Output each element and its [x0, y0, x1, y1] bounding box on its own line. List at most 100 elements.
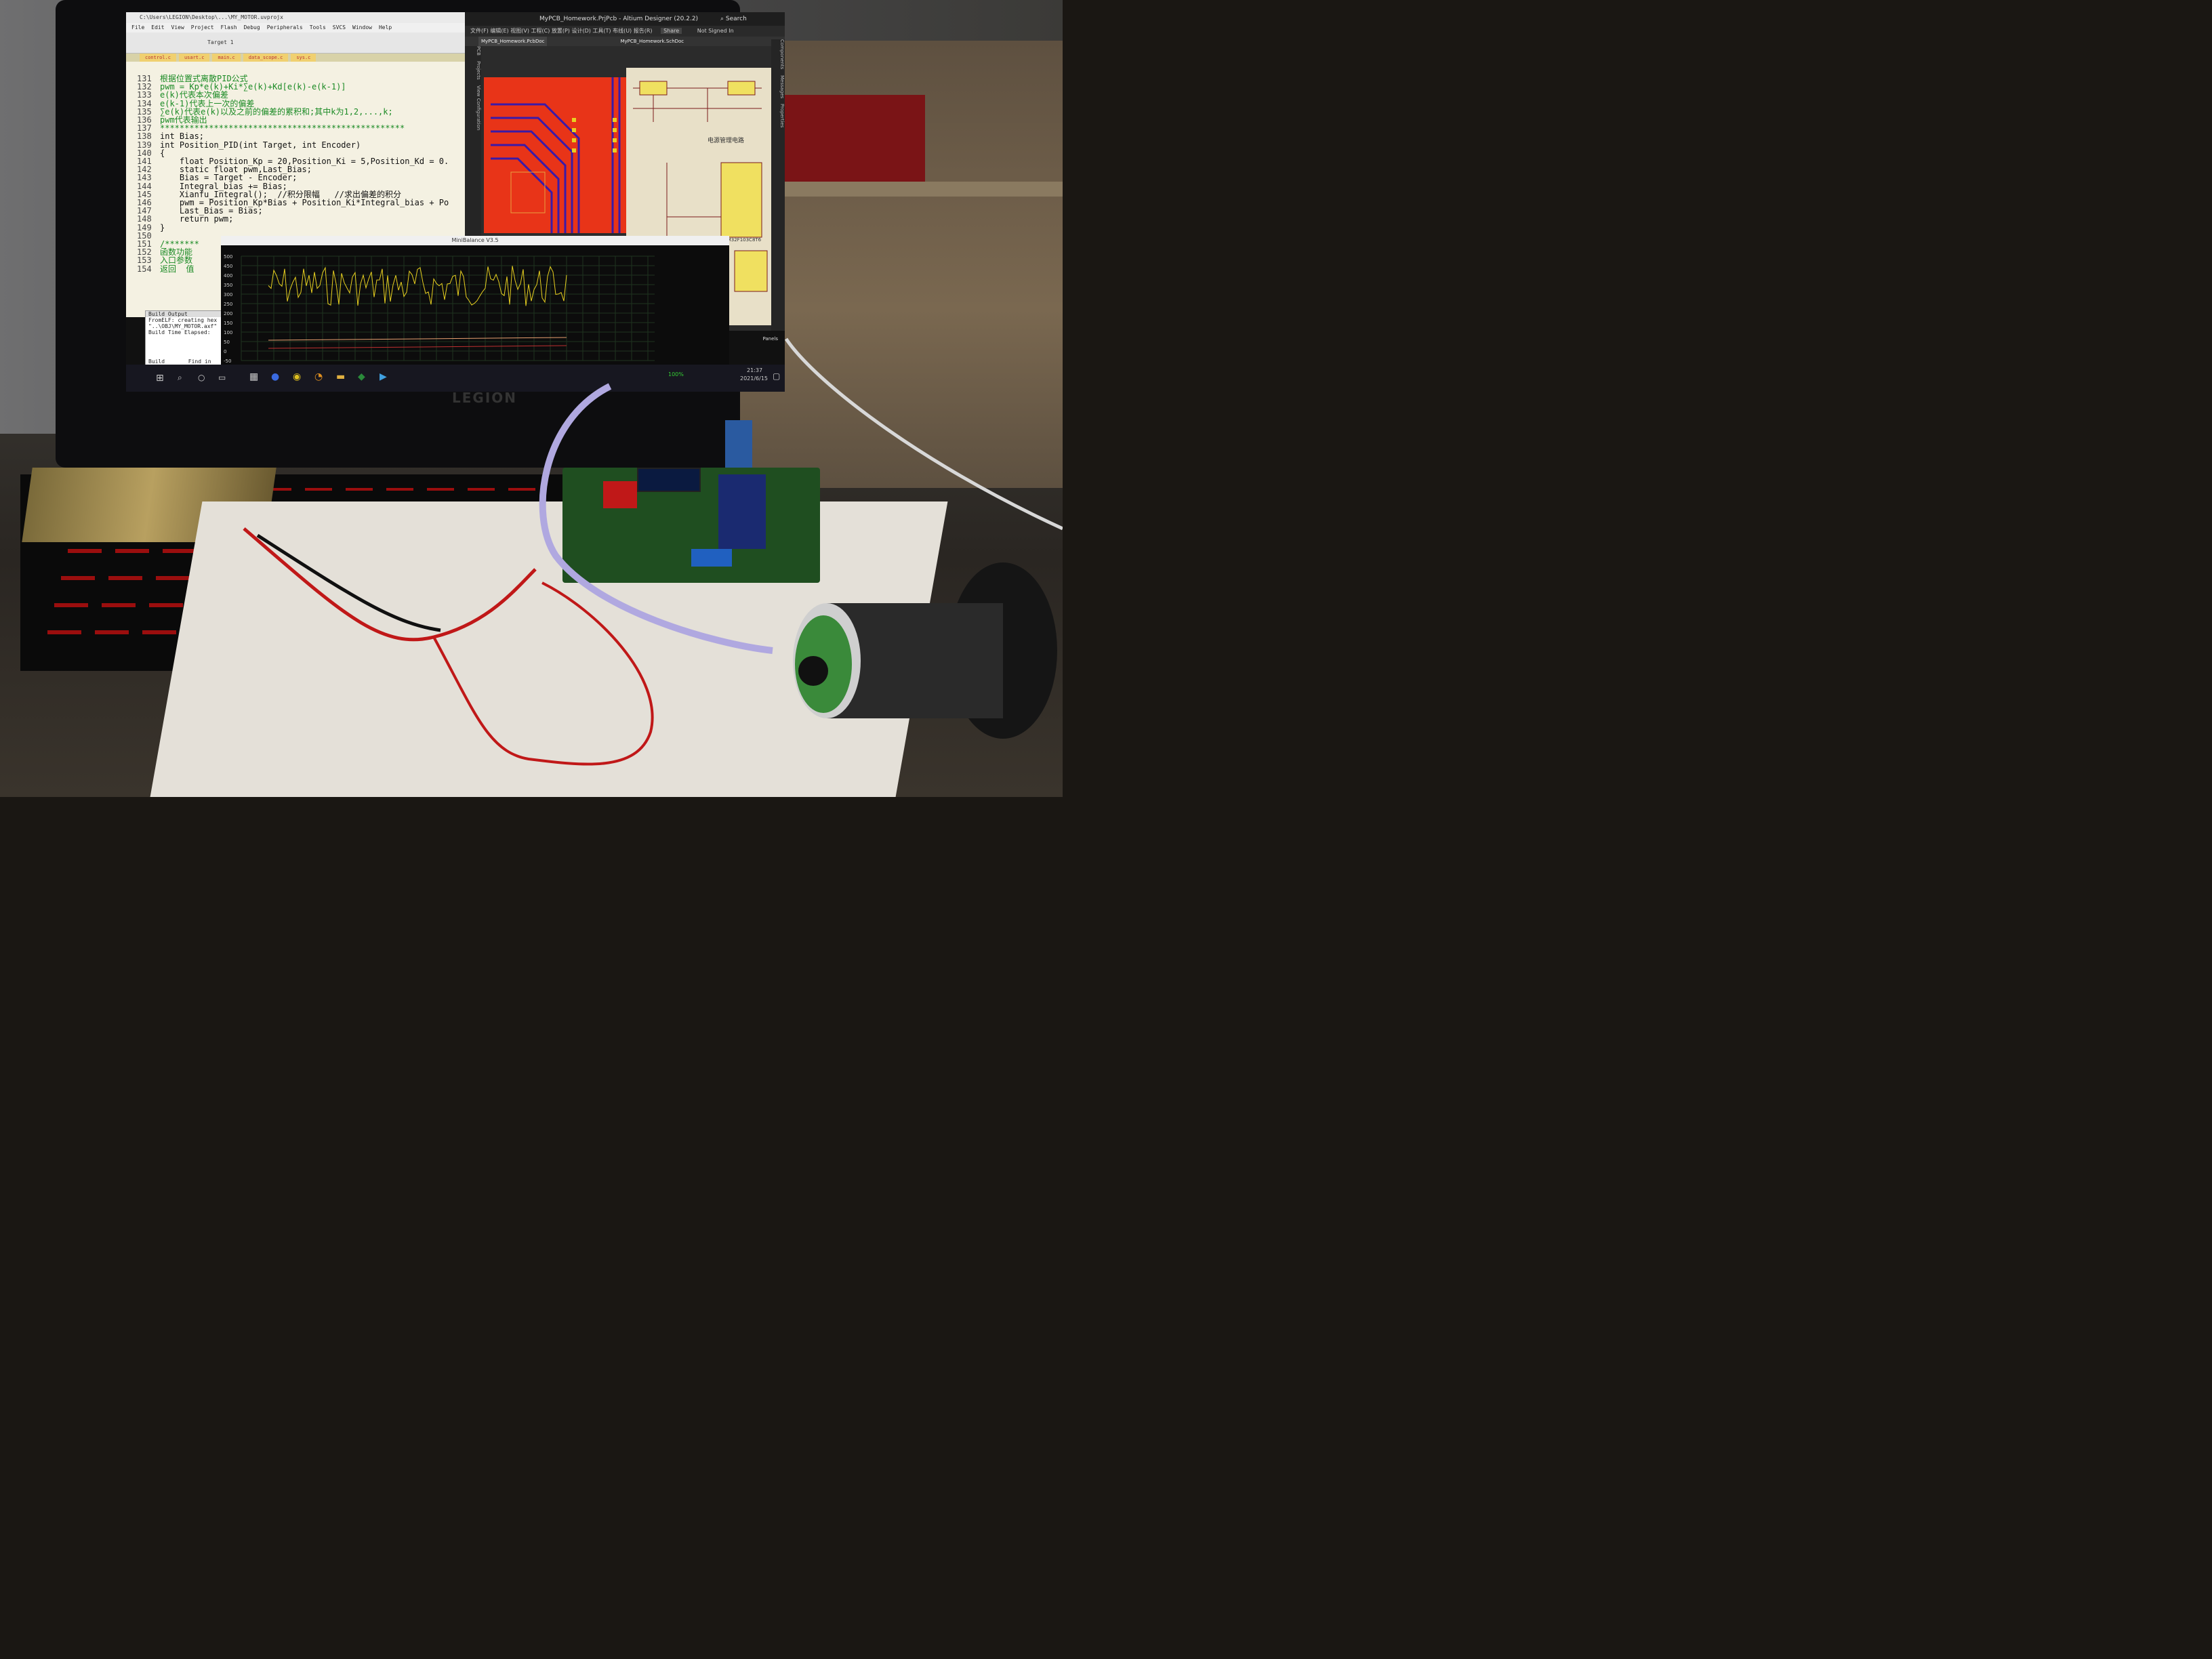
minibalance-window: MiniBalance V3.5 500 450 400 350 300 250 200 15… — [221, 236, 729, 371]
terminal-block — [691, 549, 732, 567]
share-button[interactable]: Share — [661, 28, 682, 34]
y-tick-label: -50 — [224, 359, 231, 364]
pcb-panel-tab[interactable]: PCB — [476, 46, 481, 56]
battery-status[interactable]: 100% — [668, 371, 684, 377]
menu-project[interactable]: Project — [191, 23, 214, 33]
menu-file[interactable]: File — [131, 23, 144, 33]
tab-control-c[interactable]: control.c — [140, 54, 176, 62]
code-line[interactable]: 139 int Position_PID(int Target, int Enco… — [137, 140, 465, 150]
y-tick-label: 50 — [224, 340, 230, 345]
menu-help[interactable]: Help — [379, 23, 392, 33]
components-panel-tab[interactable]: Components — [779, 39, 785, 69]
keil-menu-bar: File Edit View Project Flash Debug Perip… — [126, 23, 465, 33]
y-tick-label: 400 — [224, 273, 232, 279]
menu-debug[interactable]: Debug — [244, 23, 260, 33]
line-number: 134 — [137, 98, 152, 108]
menu-edit[interactable]: Edit — [151, 23, 164, 33]
line-number: 133 — [137, 90, 152, 100]
y-tick-label: 200 — [224, 311, 232, 316]
y-tick-label: 450 — [224, 264, 232, 269]
line-number: 148 — [137, 214, 152, 224]
clock-date[interactable]: 2021/6/15 — [740, 375, 768, 382]
tab-pcbdoc[interactable]: MyPCB_Homework.PcbDoc — [478, 37, 548, 46]
task-view-icon[interactable]: ▭ — [218, 373, 226, 382]
line-number: 154 — [137, 264, 152, 274]
y-tick-label: 300 — [224, 292, 232, 298]
build-output-title: Build Output — [146, 311, 227, 317]
build-line: Build Time Elapsed: — [148, 329, 211, 335]
altium-title-bar: MyPCB_Homework.PrjPcb - Altium Designer … — [465, 12, 785, 26]
dc-motor-with-wheel — [793, 562, 1057, 739]
bluetooth-module — [725, 420, 752, 468]
line-number: 153 — [137, 255, 152, 266]
photo-scene: C:\Users\LEGION\Desktop\...\MY_MOTOR.uvp… — [0, 0, 1063, 797]
minibalance-title: MiniBalance V3.5 — [221, 236, 729, 245]
target-select[interactable]: Target 1 — [207, 39, 234, 45]
line-number: 138 — [137, 131, 152, 142]
tab-data-scope-c[interactable]: data_scope.c — [243, 54, 289, 62]
build-line: FromELF: creating hex — [148, 317, 218, 323]
power-circuit-label: 电源管理电路 — [708, 138, 745, 144]
menu-window[interactable]: Window — [352, 23, 372, 33]
laptop-brand-logo: LEGION — [452, 390, 518, 406]
properties-panel-tab[interactable]: Properties — [779, 104, 785, 127]
plot-background — [221, 245, 661, 371]
clock-time[interactable]: 21:37 — [747, 367, 762, 373]
projects-panel-tab[interactable]: Projects — [476, 61, 481, 80]
code-text: return pwm; — [160, 214, 234, 224]
altium-app-icon[interactable]: ◔ — [314, 371, 323, 382]
view-config-panel-tab[interactable]: View Configuration — [476, 85, 481, 130]
file-explorer-icon[interactable]: ▬ — [336, 371, 345, 382]
keil-title-bar: C:\Users\LEGION\Desktop\...\MY_MOTOR.uvp… — [126, 12, 465, 23]
shelf-board — [739, 182, 1063, 197]
tab-usart-c[interactable]: usart.c — [178, 54, 210, 62]
altium-right-panels: Components Messages Properties — [771, 39, 785, 331]
minibalance-app-icon[interactable]: ▶ — [380, 371, 387, 382]
menu-view[interactable]: View — [171, 23, 184, 33]
y-tick-label: 0 — [224, 349, 226, 354]
signin-status[interactable]: Not Signed In — [697, 28, 734, 34]
code-line[interactable]: 148 return pwm; — [137, 215, 465, 223]
line-number: 144 — [137, 181, 152, 191]
calculator-icon[interactable]: ▦ — [249, 371, 258, 382]
chrome-icon[interactable]: ◉ — [293, 371, 301, 382]
keil-app-icon[interactable]: ◆ — [358, 371, 365, 382]
menu-flash[interactable]: Flash — [221, 23, 237, 33]
line-number: 139 — [137, 140, 152, 150]
y-tick-label: 350 — [224, 283, 232, 288]
oled-display — [637, 468, 701, 492]
build-output-panel: Build Output FromELF: creating hex "..\O… — [145, 310, 228, 373]
windows-start-icon[interactable]: ⊞ — [156, 373, 164, 384]
y-tick-label: 150 — [224, 321, 232, 326]
altium-doc-tabs: MyPCB_Homework.PcbDoc MyPCB_Homework.Sch… — [465, 37, 785, 46]
altium-search[interactable]: Search — [726, 16, 747, 22]
code-text: 返回 值 — [160, 264, 194, 274]
pcb-layout-view[interactable] — [484, 77, 626, 233]
tab-schdoc[interactable]: MyPCB_Homework.SchDoc — [620, 37, 684, 46]
line-number: 143 — [137, 173, 152, 183]
clock-app-icon[interactable]: ● — [271, 371, 279, 382]
code-line[interactable]: 149} — [137, 223, 465, 231]
cortana-icon[interactable]: ○ — [198, 373, 205, 382]
altium-title: MyPCB_Homework.PrjPcb - Altium Designer … — [539, 16, 699, 22]
menu-svcs[interactable]: SVCS — [333, 23, 346, 33]
panels-button[interactable]: Panels — [762, 336, 778, 342]
y-tick-label: 100 — [224, 330, 232, 335]
y-tick-label: 500 — [224, 254, 232, 260]
build-line: "..\OBJ\MY_MOTOR.axf" — [148, 323, 218, 329]
windows-taskbar: ⊞ ⌕ ○ ▭ ▦ ● ◉ ◔ ▬ ◆ ▶ 100% 21:37 2021/6/… — [126, 365, 785, 392]
search-icon[interactable]: ⌕ — [720, 16, 724, 22]
altium-menu-bar: 文件(F) 编辑(E) 视图(V) 工程(C) 放置(P) 设计(D) 工具(T… — [465, 26, 785, 37]
motor-driver — [603, 481, 637, 508]
menu-peripherals[interactable]: Peripherals — [267, 23, 303, 33]
notification-icon[interactable]: ▢ — [773, 371, 780, 381]
tab-sys-c[interactable]: sys.c — [291, 54, 316, 62]
messages-panel-tab[interactable]: Messages — [779, 75, 785, 98]
menu-tools[interactable]: Tools — [310, 23, 326, 33]
laptop: C:\Users\LEGION\Desktop\...\MY_MOTOR.uvp… — [56, 0, 785, 468]
laptop-screen: C:\Users\LEGION\Desktop\...\MY_MOTOR.uvp… — [126, 12, 785, 392]
tab-main-c[interactable]: main.c — [212, 54, 241, 62]
code-text: int Position_PID(int Target, int Encoder… — [160, 140, 361, 150]
search-icon[interactable]: ⌕ — [178, 373, 182, 383]
oscilloscope-plot[interactable]: 500450400350300250200150100500-50 — [221, 245, 661, 371]
